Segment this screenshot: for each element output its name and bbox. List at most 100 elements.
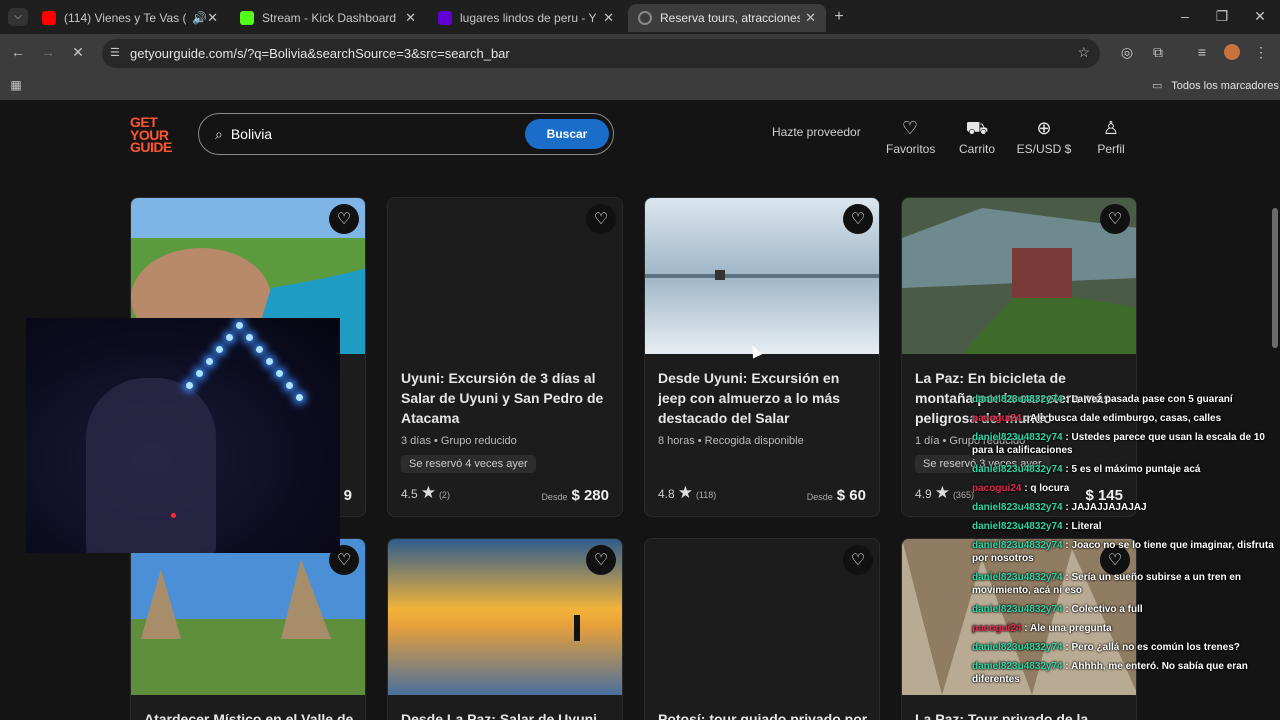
maximize-icon[interactable]: ❐ bbox=[1213, 8, 1231, 25]
favorite-heart-icon[interactable]: ♡ bbox=[843, 545, 873, 575]
card-rating: 4.8 ★ (118) bbox=[658, 483, 717, 502]
card-meta: 3 días • Grupo reducido bbox=[401, 435, 517, 447]
led-light bbox=[226, 334, 233, 341]
webcam-overlay bbox=[26, 318, 340, 553]
chat-message: daniel823u4832y74 : Colectivo a full bbox=[966, 600, 1280, 619]
youtube-icon bbox=[42, 11, 56, 25]
star-icon: ★ bbox=[420, 483, 436, 502]
favorite-heart-icon[interactable]: ♡ bbox=[586, 545, 616, 575]
site-logo[interactable]: GET YOUR GUIDE bbox=[130, 115, 172, 153]
profile-link[interactable]: ♙ Perfil bbox=[1094, 118, 1128, 156]
site-info-icon[interactable]: ☰ bbox=[110, 46, 120, 59]
folder-icon: ▭ bbox=[1152, 80, 1163, 92]
minimize-icon[interactable]: – bbox=[1176, 8, 1194, 24]
media-icon[interactable]: ≡ bbox=[1192, 44, 1212, 60]
card-title: Atardecer Místico en el Valle de bbox=[144, 711, 354, 720]
globe-icon: ⊕ bbox=[1036, 118, 1052, 138]
favorite-heart-icon[interactable]: ♡ bbox=[843, 204, 873, 234]
tour-card[interactable]: ♡ Atardecer Místico en el Valle de bbox=[130, 538, 366, 720]
chat-text: : Literal bbox=[1062, 521, 1102, 532]
forward-icon[interactable]: → bbox=[38, 44, 58, 60]
star-icon: ★ bbox=[677, 483, 693, 502]
extensions-icon[interactable]: ⧉ bbox=[1148, 44, 1168, 61]
led-light bbox=[186, 382, 193, 389]
profile-icon: ♙ bbox=[1102, 118, 1120, 138]
chat-message: pacogui24 : q locura bbox=[966, 479, 1280, 498]
chat-text: : Colectivo a full bbox=[1062, 604, 1143, 615]
led-light bbox=[196, 370, 203, 377]
chat-message: daniel823u4832y74 : 5 es el máximo punta… bbox=[966, 460, 1280, 479]
chat-username: daniel823u4832y74 bbox=[972, 604, 1063, 615]
chat-text: : Pero ¿allá no es común los trenes? bbox=[1062, 642, 1240, 653]
tour-card[interactable]: ♡ Desde Uyuni: Excursión en jeep con alm… bbox=[644, 197, 880, 517]
tab-yahoo[interactable]: lugares lindos de peru - Yahoo ✕ bbox=[428, 4, 624, 32]
apps-icon[interactable]: ▦ bbox=[8, 78, 24, 92]
tab-kick[interactable]: Stream - Kick Dashboard ✕ bbox=[230, 4, 426, 32]
search-button[interactable]: Buscar bbox=[525, 119, 609, 149]
chat-username: daniel823u4832y74 bbox=[972, 521, 1063, 532]
browser-tab-strip: ⌵ (114) Vienes y Te Vas (En Vi 🔊 ✕ Strea… bbox=[0, 0, 1280, 34]
become-provider-link[interactable]: Hazte proveedor bbox=[772, 125, 861, 139]
chat-message: pacogui24 : Ale una pregunta bbox=[966, 619, 1280, 638]
close-window-icon[interactable]: ✕ bbox=[1251, 8, 1269, 25]
menu-icon[interactable]: ⋮ bbox=[1254, 44, 1268, 61]
card-rating: 4.5 ★ (2) bbox=[401, 483, 450, 502]
cart-link[interactable]: ⛟ Carrito bbox=[958, 118, 996, 156]
all-bookmarks[interactable]: ▭ Todos los marcadores bbox=[1152, 79, 1279, 92]
chat-username: pacogui24 bbox=[972, 413, 1022, 424]
tab-search-icon[interactable]: ⌵ bbox=[8, 8, 28, 26]
chat-message: pacogui24 : Ale busca dale edimburgo, ca… bbox=[966, 409, 1280, 428]
close-icon[interactable]: ✕ bbox=[207, 10, 218, 26]
close-icon[interactable]: ✕ bbox=[405, 10, 416, 26]
card-price: Desde $ 60 bbox=[806, 487, 866, 504]
scrollbar[interactable] bbox=[1272, 208, 1278, 348]
chat-message: daniel823u4832y74 : La vez pasada pase c… bbox=[966, 390, 1280, 409]
chat-text: : q locura bbox=[1021, 483, 1070, 494]
tour-card[interactable]: ♡ Desde La Paz: Salar de Uyuni bbox=[387, 538, 623, 720]
search-icon: ⌕ bbox=[215, 125, 223, 142]
close-icon[interactable]: ✕ bbox=[603, 10, 614, 26]
url-text: getyourguide.com/s/?q=Bolivia&searchSour… bbox=[130, 46, 510, 61]
led-light bbox=[246, 334, 253, 341]
currency-link[interactable]: ⊕ ES/USD $ bbox=[1016, 118, 1072, 156]
chat-message: daniel823u4832y74 : Pero ¿allá no es com… bbox=[966, 638, 1280, 657]
close-icon[interactable]: ✕ bbox=[805, 10, 816, 26]
chat-message: daniel823u4832y74 : Ahhhh, me enteró. No… bbox=[966, 657, 1280, 689]
bookmark-star-icon[interactable]: ☆ bbox=[1077, 44, 1090, 61]
kick-icon bbox=[240, 11, 254, 25]
address-bar[interactable]: ☰ getyourguide.com/s/?q=Bolivia&searchSo… bbox=[102, 39, 1100, 68]
tour-card[interactable]: ♡ Potosí: tour guiado privado por bbox=[644, 538, 880, 720]
tab-youtube[interactable]: (114) Vienes y Te Vas (En Vi 🔊 ✕ bbox=[32, 4, 228, 32]
heart-icon: ♡ bbox=[901, 118, 919, 138]
chat-username: pacogui24 bbox=[972, 483, 1022, 494]
chat-username: daniel823u4832y74 bbox=[972, 502, 1063, 513]
chat-username: daniel823u4832y74 bbox=[972, 394, 1063, 405]
stop-icon[interactable]: ✕ bbox=[68, 44, 88, 61]
new-tab-icon[interactable]: + bbox=[830, 8, 848, 26]
card-title: Desde La Paz: Salar de Uyuni bbox=[401, 711, 598, 720]
favorites-link[interactable]: ♡ Favoritos bbox=[886, 118, 935, 156]
chat-username: daniel823u4832y74 bbox=[972, 661, 1063, 672]
speaker-icon[interactable]: 🔊 bbox=[192, 11, 207, 25]
tour-card[interactable]: ♡ Uyuni: Excursión de 3 días al Salar de… bbox=[387, 197, 623, 517]
chat-username: pacogui24 bbox=[972, 623, 1022, 634]
chat-text: : Ale busca dale edimburgo, casas, calle… bbox=[1021, 413, 1222, 424]
led-light bbox=[236, 322, 243, 329]
favorite-heart-icon[interactable]: ♡ bbox=[586, 204, 616, 234]
avatar[interactable] bbox=[1224, 44, 1240, 60]
search-box[interactable]: ⌕ Bolivia Buscar bbox=[198, 113, 614, 155]
card-title: La Paz: Tour privado de la bbox=[915, 711, 1089, 720]
led-light bbox=[276, 370, 283, 377]
browser-toolbar: ← → ✕ ☰ getyourguide.com/s/?q=Bolivia&se… bbox=[0, 34, 1280, 72]
favorite-heart-icon[interactable]: ♡ bbox=[329, 204, 359, 234]
search-input[interactable]: Bolivia bbox=[231, 126, 272, 142]
incognito-icon[interactable]: ◎ bbox=[1117, 44, 1137, 61]
led-light bbox=[296, 394, 303, 401]
back-icon[interactable]: ← bbox=[8, 44, 28, 60]
cart-icon: ⛟ bbox=[965, 118, 989, 138]
tab-getyourguide[interactable]: Reserva tours, atracciones y act ✕ bbox=[628, 4, 826, 32]
card-meta: 8 horas • Recogida disponible bbox=[658, 435, 804, 447]
favorite-heart-icon[interactable]: ♡ bbox=[1100, 204, 1130, 234]
chat-username: daniel823u4832y74 bbox=[972, 432, 1063, 443]
card-title: Uyuni: Excursión de 3 días al Salar de U… bbox=[401, 370, 604, 426]
